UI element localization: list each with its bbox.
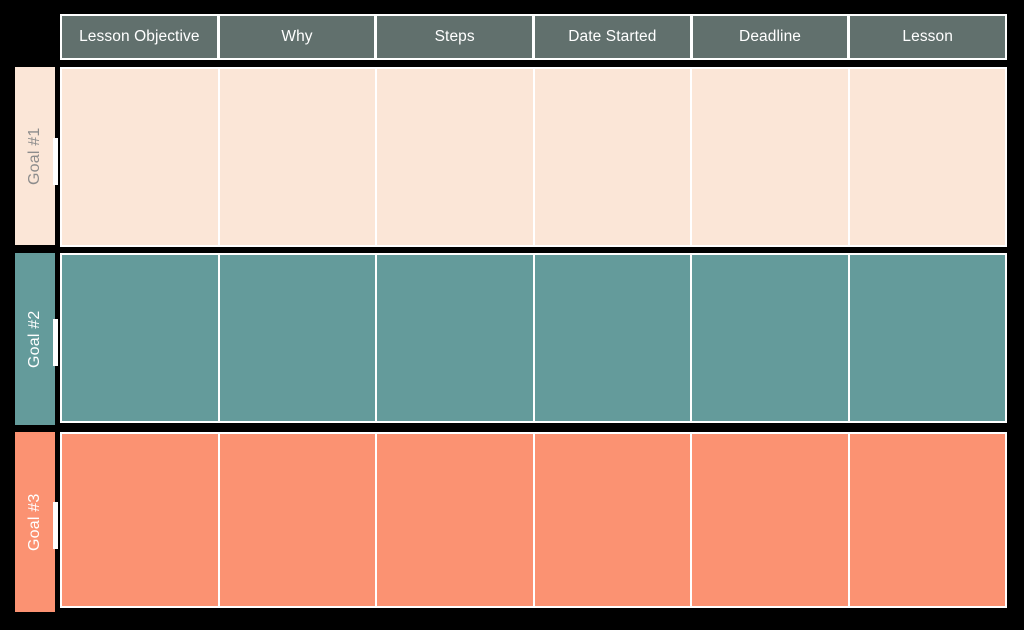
cell-goal3-steps[interactable] bbox=[375, 434, 533, 606]
goal-tab-label: Goal #3 bbox=[26, 493, 43, 551]
goal-tab-notch-1 bbox=[53, 138, 58, 185]
goal-tab-notch-2 bbox=[53, 319, 58, 366]
cell-goal1-date-started[interactable] bbox=[532, 69, 690, 245]
goal-panel-2 bbox=[60, 253, 1007, 423]
goal-tab-3[interactable]: Goal #3 bbox=[15, 432, 55, 612]
column-header-date-started[interactable]: Date Started bbox=[534, 14, 692, 60]
column-header-label: Lesson Objective bbox=[79, 28, 200, 45]
cell-goal1-lesson-objective[interactable] bbox=[62, 69, 218, 245]
column-header-label: Deadline bbox=[739, 28, 802, 45]
cell-goal3-date-started[interactable] bbox=[532, 434, 690, 606]
cell-goal1-why[interactable] bbox=[217, 69, 375, 245]
cell-goal3-why[interactable] bbox=[217, 434, 375, 606]
cell-goal2-date-started[interactable] bbox=[532, 255, 690, 421]
column-header-why[interactable]: Why bbox=[218, 14, 377, 60]
cell-goal2-deadline[interactable] bbox=[690, 255, 848, 421]
cell-goal3-lesson[interactable] bbox=[847, 434, 1005, 606]
goal-tab-1[interactable]: Goal #1 bbox=[15, 67, 55, 245]
cell-goal2-why[interactable] bbox=[217, 255, 375, 421]
goal-tab-notch-3 bbox=[53, 502, 58, 549]
table-header-row: Lesson Objective Why Steps Date Started … bbox=[60, 14, 1008, 60]
column-header-label: Date Started bbox=[568, 28, 657, 45]
cell-goal1-lesson[interactable] bbox=[847, 69, 1005, 245]
goal-tab-label: Goal #2 bbox=[26, 310, 43, 368]
cell-goal1-deadline[interactable] bbox=[690, 69, 848, 245]
goal-panel-3 bbox=[60, 432, 1007, 608]
cell-goal2-lesson[interactable] bbox=[847, 255, 1005, 421]
column-header-steps[interactable]: Steps bbox=[376, 14, 535, 60]
cell-goal3-deadline[interactable] bbox=[690, 434, 848, 606]
cell-goal2-lesson-objective[interactable] bbox=[62, 255, 218, 421]
column-header-deadline[interactable]: Deadline bbox=[691, 14, 850, 60]
column-header-label: Steps bbox=[434, 28, 475, 45]
cell-goal3-lesson-objective[interactable] bbox=[62, 434, 218, 606]
goal-tab-label: Goal #1 bbox=[26, 127, 43, 185]
goal-panel-1 bbox=[60, 67, 1007, 247]
goal-tab-2[interactable]: Goal #2 bbox=[15, 253, 55, 425]
column-header-label: Why bbox=[281, 28, 313, 45]
column-header-lesson-objective[interactable]: Lesson Objective bbox=[60, 14, 219, 60]
cell-goal1-steps[interactable] bbox=[375, 69, 533, 245]
column-header-label: Lesson bbox=[902, 28, 953, 45]
goal-planner-board: Lesson Objective Why Steps Date Started … bbox=[0, 0, 1024, 630]
cell-goal2-steps[interactable] bbox=[375, 255, 533, 421]
column-header-lesson[interactable]: Lesson bbox=[849, 14, 1008, 60]
